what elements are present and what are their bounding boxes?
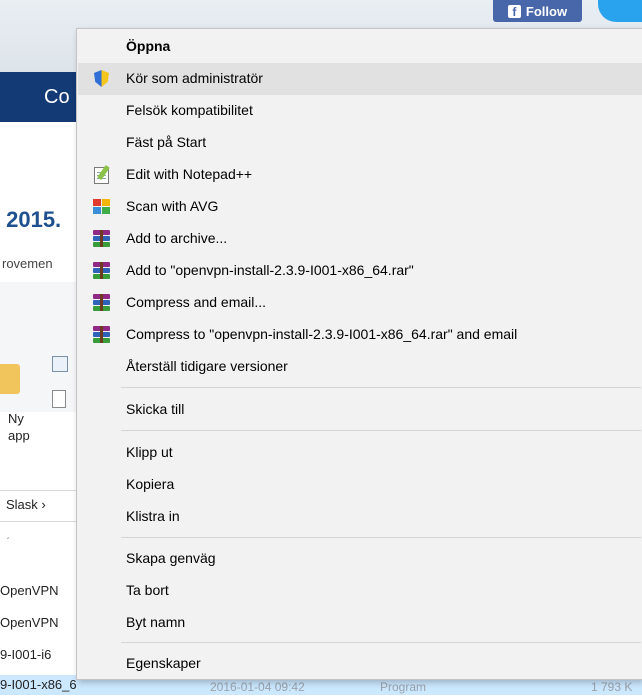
menu-item-label: Byt namn — [126, 614, 186, 630]
address-breadcrumb[interactable]: Slask › — [6, 497, 46, 512]
new-item-label[interactable]: Ny app — [8, 410, 30, 444]
menu-item-delete[interactable]: Ta bort — [78, 575, 642, 607]
menu-item-label: Öppna — [126, 38, 171, 54]
menu-item-restore-previous-versions[interactable]: Återställ tidigare versioner — [78, 351, 642, 383]
menu-item-paste[interactable]: Klistra in — [78, 501, 642, 533]
menu-item-label: Fäst på Start — [126, 134, 207, 150]
website-nav-item[interactable]: Co — [44, 86, 70, 109]
file-row[interactable]: OpenVPN — [0, 580, 76, 602]
menu-item-rename[interactable]: Byt namn — [78, 607, 642, 639]
menu-item-add-to-archive[interactable]: Add to archive... — [78, 223, 642, 255]
menu-item-cut[interactable]: Klipp ut — [78, 437, 642, 469]
menu-item-troubleshoot-compatibility[interactable]: Felsök kompatibilitet — [78, 95, 642, 127]
winrar-icon — [92, 293, 111, 312]
menu-item-label: Add to "openvpn-install-2.3.9-I001-x86_6… — [126, 262, 414, 278]
file-name: OpenVPN — [0, 615, 59, 630]
menu-item-add-to-rar[interactable]: Add to "openvpn-install-2.3.9-I001-x86_6… — [78, 255, 642, 287]
menu-item-compress-to-rar-and-email[interactable]: Compress to "openvpn-install-2.3.9-I001-… — [78, 319, 642, 351]
menu-item-label: Compress to "openvpn-install-2.3.9-I001-… — [126, 326, 518, 342]
website-subtext-fragment: rovemen — [2, 256, 53, 271]
file-row[interactable]: OpenVPN — [0, 612, 76, 634]
menu-item-label: Klipp ut — [126, 444, 173, 460]
menu-item-compress-and-email[interactable]: Compress and email... — [78, 287, 642, 319]
winrar-icon — [92, 261, 111, 280]
winrar-icon — [92, 229, 111, 248]
menu-separator — [121, 387, 641, 388]
menu-separator — [121, 430, 641, 431]
follow-label: Follow — [525, 3, 568, 19]
new-item-label-line2: app — [8, 428, 30, 443]
new-folder-icon[interactable] — [0, 364, 20, 394]
menu-item-label: Ta bort — [126, 582, 169, 598]
menu-item-label: Återställ tidigare versioner — [126, 358, 288, 374]
menu-item-label: Egenskaper — [126, 655, 201, 671]
file-size: 1 793 K — [591, 680, 633, 694]
menu-item-label: Kör som administratör — [126, 70, 263, 86]
new-item-label-line1: Ny — [8, 411, 24, 426]
facebook-icon: f — [507, 4, 521, 19]
menu-item-send-to[interactable]: Skicka till — [78, 394, 642, 426]
file-date: 2016-01-04 09:42 — [210, 680, 305, 694]
website-heading-fragment: 2015. — [0, 207, 62, 232]
menu-item-label: Skapa genväg — [126, 550, 216, 566]
menu-item-label: Felsök kompatibilitet — [126, 102, 253, 118]
menu-item-label: Scan with AVG — [126, 198, 219, 214]
menu-item-run-as-admin[interactable]: Kör som administratör — [78, 63, 642, 95]
winrar-icon — [92, 325, 111, 344]
selected-file-details[interactable]: 2016-01-04 09:42 Program 1 793 K — [76, 680, 642, 695]
file-type: Program — [380, 680, 427, 694]
file-row-selected[interactable]: 9-I001-x86_64.exe — [0, 675, 76, 695]
avg-icon — [92, 197, 111, 216]
new-item-icon[interactable] — [52, 390, 66, 408]
file-name: OpenVPN — [0, 583, 59, 598]
copy-path-icon[interactable] — [52, 356, 68, 372]
uac-shield-icon — [92, 69, 111, 88]
facebook-follow-button[interactable]: f Follow — [493, 0, 582, 22]
notepad-plus-plus-icon — [92, 164, 111, 184]
menu-item-label: Add to archive... — [126, 230, 228, 246]
menu-separator — [121, 537, 641, 538]
file-name: 9-I001-x86_64.exe — [0, 677, 76, 692]
menu-item-label: Klistra in — [126, 508, 180, 524]
context-menu: Öppna Kör som administratör Felsök kompa… — [76, 28, 642, 680]
menu-item-label: Kopiera — [126, 476, 175, 492]
menu-item-properties[interactable]: Egenskaper — [78, 648, 642, 680]
sort-indicator: ˏ — [6, 528, 10, 540]
menu-item-open[interactable]: Öppna — [78, 31, 642, 63]
menu-item-create-shortcut[interactable]: Skapa genväg — [78, 543, 642, 575]
menu-item-label: Edit with Notepad++ — [126, 166, 253, 182]
menu-separator — [121, 642, 641, 643]
file-row[interactable]: 9-I001-i6 — [0, 644, 76, 666]
menu-item-scan-avg[interactable]: Scan with AVG — [78, 191, 642, 223]
menu-item-label: Compress and email... — [126, 294, 267, 310]
menu-item-pin-to-start[interactable]: Fäst på Start — [78, 127, 642, 159]
menu-item-edit-notepadpp[interactable]: Edit with Notepad++ — [78, 159, 642, 191]
file-name: 9-I001-i6 — [0, 647, 52, 662]
menu-item-copy[interactable]: Kopiera — [78, 469, 642, 501]
menu-item-label: Skicka till — [126, 401, 185, 417]
